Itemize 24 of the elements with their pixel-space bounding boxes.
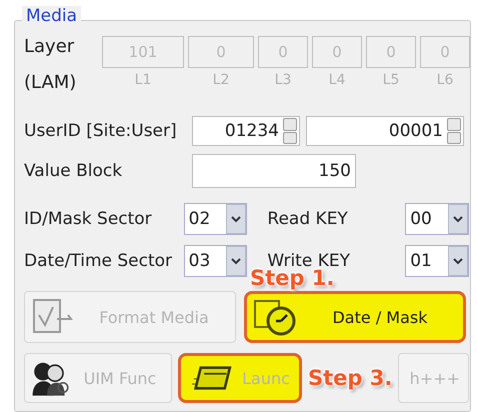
layer-caption: L6 — [436, 72, 454, 90]
layer-caption: L5 — [382, 72, 400, 90]
input-field[interactable]: 150 — [192, 154, 356, 188]
spin-field[interactable]: 00001 — [306, 116, 464, 146]
spin-arrows-icon[interactable] — [447, 118, 461, 144]
dropdown[interactable]: 03 — [184, 245, 248, 277]
field-label: (LAM) — [24, 72, 78, 93]
dropdown[interactable]: 02 — [184, 203, 248, 235]
layer-caption: L3 — [274, 72, 292, 90]
field-label: UserID [Site:User] — [24, 121, 178, 141]
media-button[interactable]: Date / Mask — [244, 291, 466, 343]
layer-caption: L1 — [134, 72, 152, 90]
dropdown[interactable]: 00 — [405, 203, 469, 235]
layer-caption: L4 — [328, 72, 346, 90]
spin-field[interactable]: 01234 — [192, 116, 300, 146]
step-label: Step 3. — [308, 366, 392, 390]
field-label: Read KEY — [266, 209, 349, 229]
dropdown[interactable]: 01 — [405, 245, 469, 277]
spin-arrows-icon[interactable] — [283, 118, 297, 144]
field-label: Layer — [24, 36, 76, 59]
field-label: Date/Time Sector — [24, 251, 174, 271]
field-label: ID/Mask Sector — [24, 209, 153, 229]
layer-caption: L2 — [212, 72, 230, 90]
field-label: Value Block — [24, 161, 124, 181]
